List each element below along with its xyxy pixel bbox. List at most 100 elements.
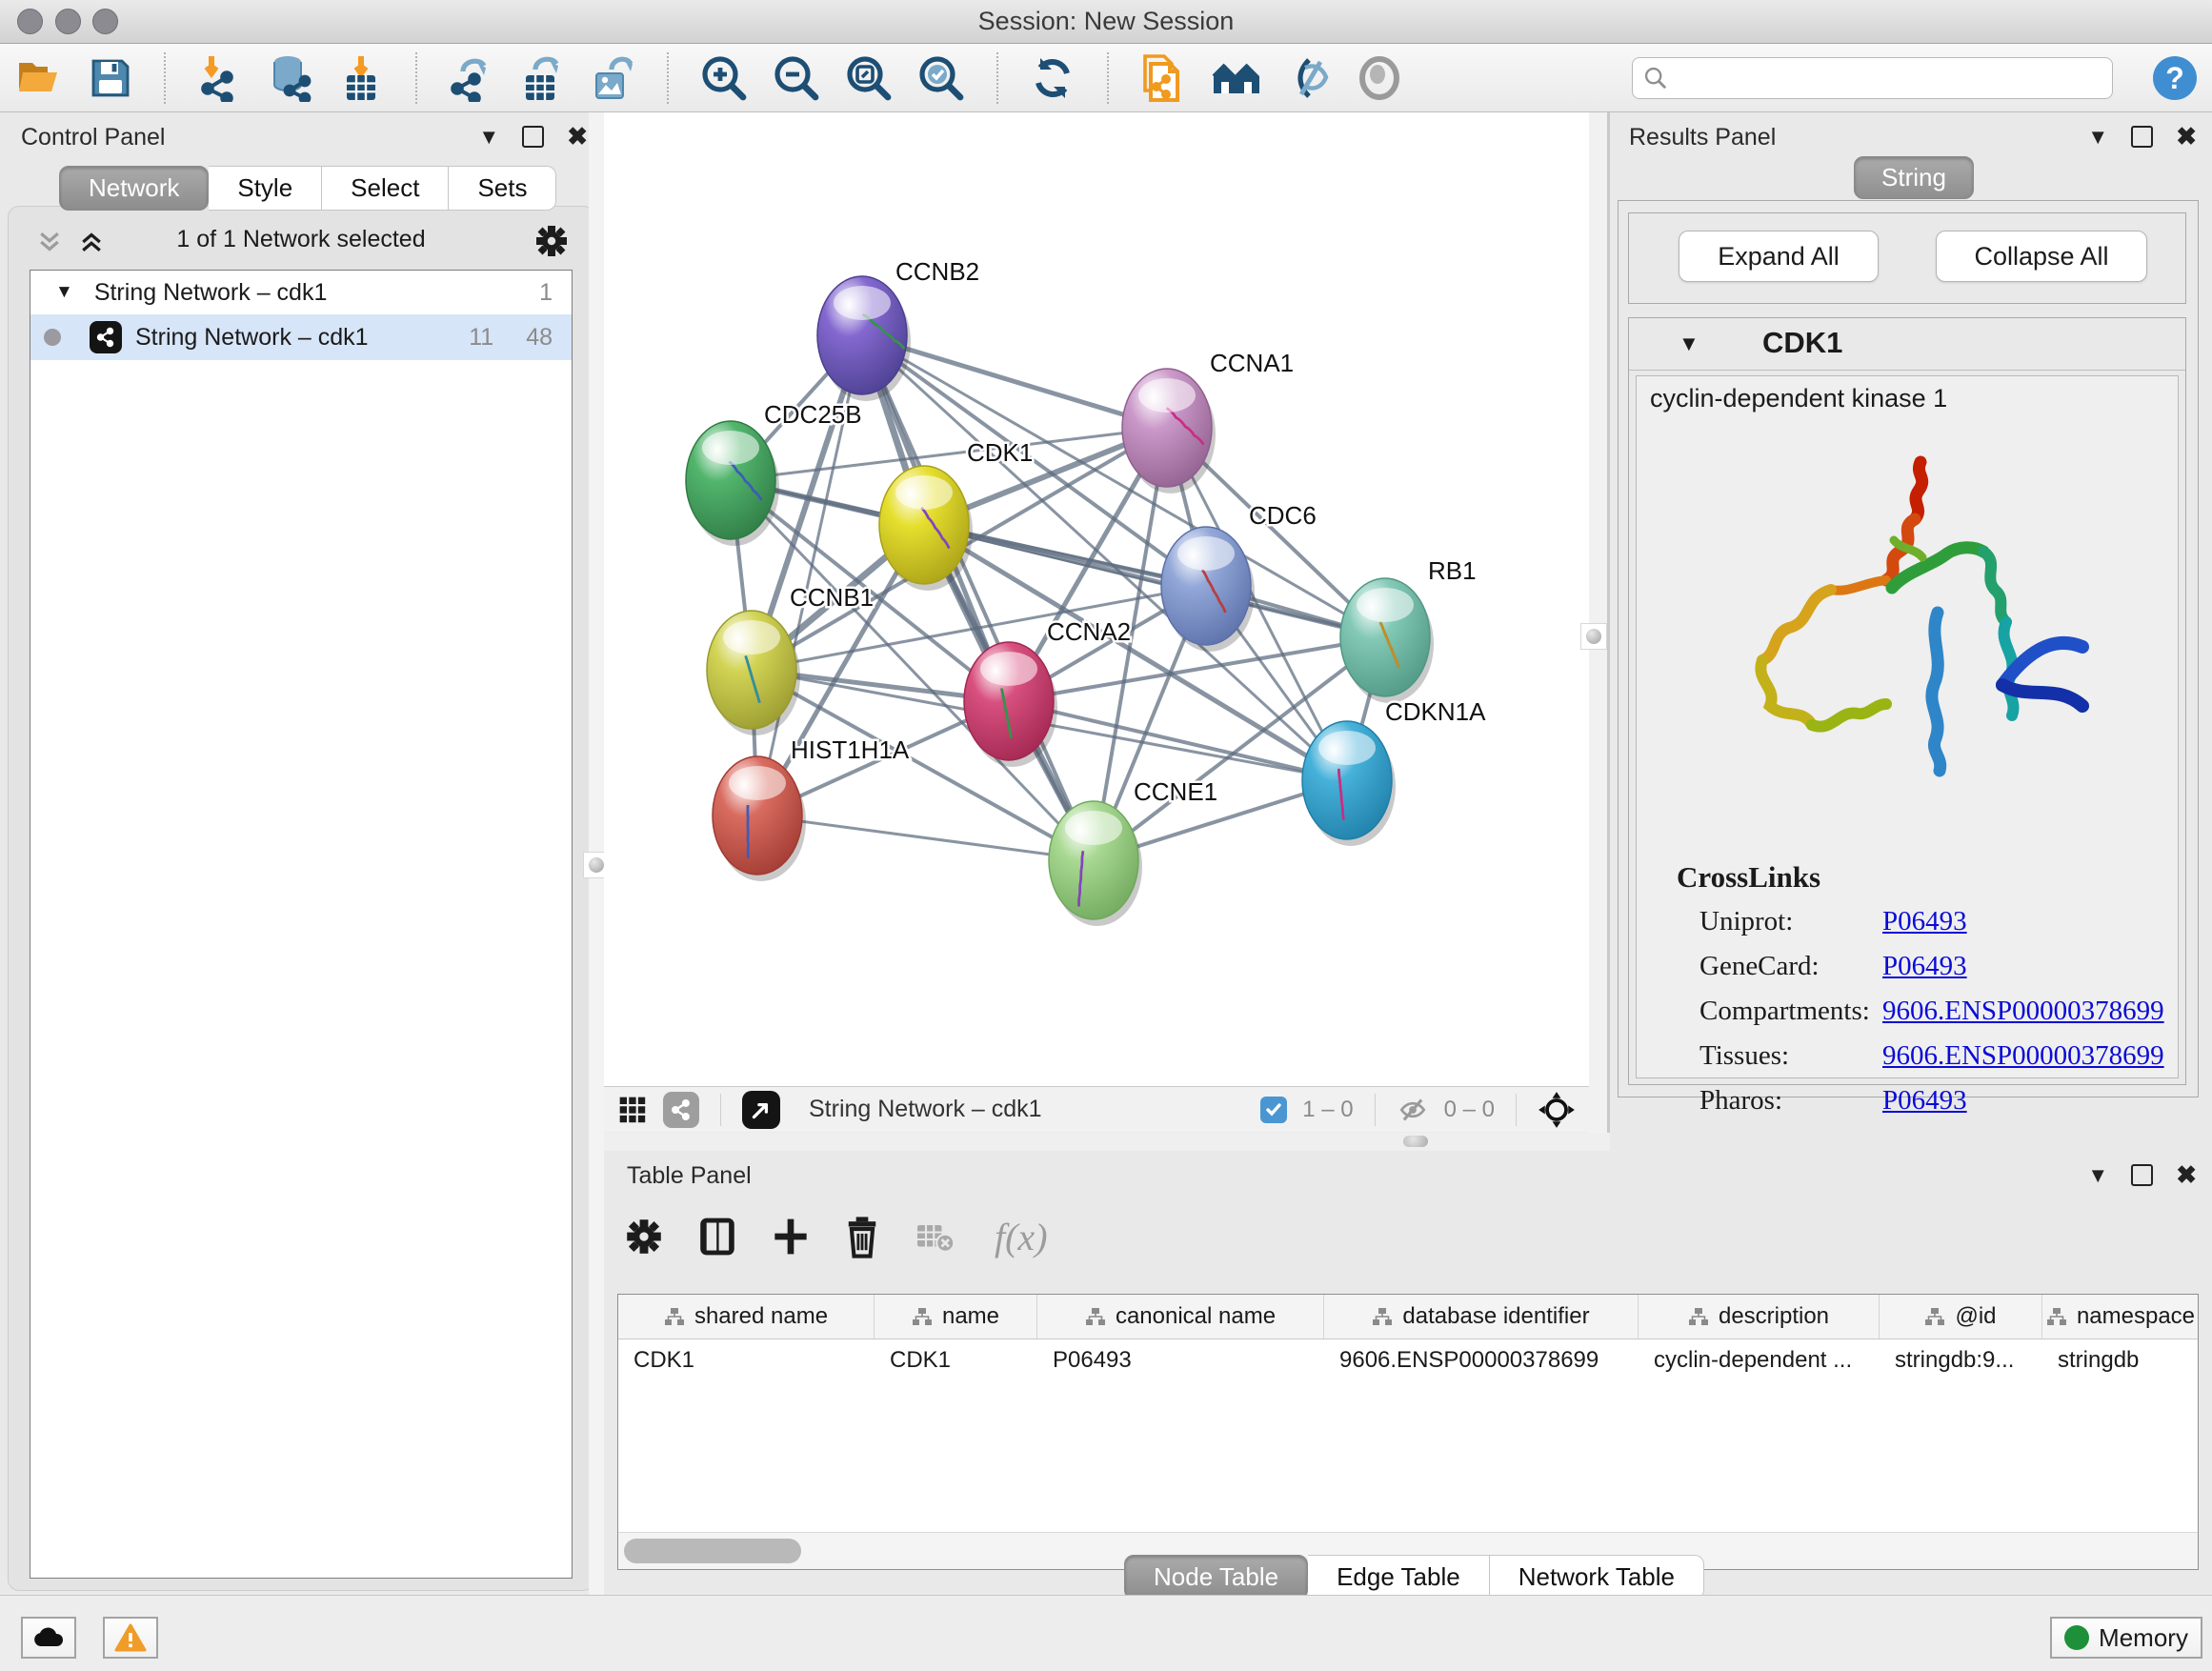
panel-float-icon[interactable]	[522, 126, 544, 148]
panel-menu-icon[interactable]: ▼	[2087, 1163, 2108, 1188]
cloud-status-button[interactable]	[21, 1617, 76, 1659]
tab-string[interactable]: String	[1854, 156, 1974, 199]
panel-menu-icon[interactable]: ▼	[478, 125, 499, 150]
column-header-namespace[interactable]: namespace	[2042, 1295, 2199, 1339]
zoom-out-icon[interactable]	[772, 53, 821, 103]
export-table-icon[interactable]	[518, 54, 566, 102]
expand-all-button[interactable]: Expand All	[1679, 231, 1879, 282]
tree-collapse-icon[interactable]: ▼	[55, 282, 73, 303]
hierarchy-icon	[1372, 1307, 1393, 1326]
scrollbar-thumb[interactable]	[624, 1539, 801, 1563]
tab-select[interactable]: Select	[322, 166, 449, 211]
open-session-icon[interactable]	[15, 55, 65, 101]
tab-network-table[interactable]: Network Table	[1490, 1555, 1704, 1600]
table-cell[interactable]: stringdb	[2042, 1347, 2199, 1374]
panel-float-icon[interactable]	[2131, 1164, 2153, 1186]
protein-thumbnail-squiggle	[748, 805, 749, 858]
tab-edge-table[interactable]: Edge Table	[1308, 1555, 1490, 1600]
right-splitter-handle[interactable]	[1580, 623, 1607, 650]
network-view-canvas[interactable]: CCNB2CCNA1CDC25BCDK1CDC6RB1CCNB1CCNA2CDK…	[604, 112, 1589, 1086]
network-node-CCNE1[interactable]: CCNE1	[1049, 777, 1217, 926]
table-cell[interactable]: cyclin-dependent ...	[1639, 1347, 1880, 1374]
left-splitter[interactable]	[589, 112, 604, 1595]
zoom-selected-icon[interactable]	[916, 53, 966, 103]
export-network-icon[interactable]	[448, 54, 495, 102]
network-node-HIST1H1A[interactable]: HIST1H1A	[713, 735, 910, 881]
crosslink-link[interactable]: P06493	[1882, 906, 1967, 937]
birds-eye-view-icon[interactable]	[742, 1091, 780, 1129]
zoom-fit-icon[interactable]	[844, 53, 894, 103]
network-collection-row[interactable]: ▼ String Network – cdk1 1	[30, 271, 572, 314]
crosslink-link[interactable]: 9606.ENSP00000378699	[1882, 996, 2164, 1027]
panel-close-icon[interactable]: ✖	[567, 122, 588, 151]
network-style-share-icon[interactable]	[663, 1092, 699, 1128]
gene-card-header[interactable]: ▼ CDK1	[1629, 318, 2185, 371]
column-header-@id[interactable]: @id	[1880, 1295, 2042, 1339]
table-panel-splitter-handle[interactable]	[1403, 1136, 1428, 1147]
table-options-gear-icon[interactable]	[625, 1218, 663, 1256]
panel-float-icon[interactable]	[2131, 126, 2153, 148]
fit-selected-crosshair-icon[interactable]	[1538, 1091, 1576, 1129]
delete-column-trash-icon[interactable]	[844, 1215, 880, 1258]
show-columns-icon[interactable]	[697, 1215, 737, 1258]
add-column-icon[interactable]	[772, 1216, 810, 1258]
network-node-CDC6[interactable]: CDC6	[1161, 501, 1317, 652]
panel-close-icon[interactable]: ✖	[2176, 122, 2197, 151]
hide-panels-icon[interactable]	[1286, 54, 1334, 102]
save-session-icon[interactable]	[88, 55, 133, 101]
tab-sets[interactable]: Sets	[449, 166, 556, 211]
table-cell[interactable]: P06493	[1037, 1347, 1324, 1374]
network-edge-CCNB2-CCNE1[interactable]	[862, 335, 1094, 860]
table-cell[interactable]: stringdb:9...	[1880, 1347, 2042, 1374]
network-node-CCNA1[interactable]: CCNA1	[1122, 349, 1294, 493]
import-network-icon[interactable]	[196, 54, 244, 102]
network-node-RB1[interactable]: RB1	[1340, 556, 1477, 703]
column-header-name[interactable]: name	[875, 1295, 1037, 1339]
tab-node-table[interactable]: Node Table	[1124, 1555, 1308, 1600]
memory-button[interactable]: Memory	[2050, 1617, 2202, 1659]
panel-close-icon[interactable]: ✖	[2176, 1160, 2197, 1190]
node-label: CCNB2	[895, 257, 979, 286]
search-input[interactable]	[1677, 64, 2102, 92]
application-window: Session: New Session	[0, 0, 2212, 1671]
table-row[interactable]: CDK1CDK1P064939606.ENSP00000378699cyclin…	[618, 1339, 2198, 1382]
selected-nodes-checkbox[interactable]	[1260, 1097, 1287, 1123]
gene-collapse-icon[interactable]: ▼	[1679, 332, 1699, 356]
network-edge-CCNA2-CDKN1A[interactable]	[1009, 701, 1347, 780]
panel-menu-icon[interactable]: ▼	[2087, 125, 2108, 150]
network-node-CCNA2[interactable]: CCNA2	[964, 617, 1131, 767]
column-header-shared-name[interactable]: shared name	[618, 1295, 875, 1339]
refresh-icon[interactable]	[1029, 54, 1076, 102]
right-splitter[interactable]	[1589, 112, 1610, 1151]
crosslink-link[interactable]: P06493	[1882, 951, 1967, 982]
crosslink-link[interactable]: P06493	[1882, 1085, 1967, 1117]
export-image-icon[interactable]	[589, 54, 636, 102]
tab-network[interactable]: Network	[59, 166, 209, 211]
import-table-icon[interactable]	[337, 54, 385, 102]
column-header-description[interactable]: description	[1639, 1295, 1880, 1339]
tab-style[interactable]: Style	[209, 166, 322, 211]
network-row[interactable]: String Network – cdk1 11 48	[30, 314, 572, 360]
network-node-CDKN1A[interactable]: CDKN1A	[1302, 697, 1486, 846]
help-icon[interactable]: ?	[2153, 56, 2197, 100]
warning-status-button[interactable]	[103, 1617, 158, 1659]
collapse-all-button[interactable]: Collapse All	[1936, 231, 2147, 282]
show-panels-icon	[1357, 55, 1402, 101]
crosslink-link[interactable]: 9606.ENSP00000378699	[1882, 1040, 2164, 1072]
table-cell[interactable]: CDK1	[618, 1347, 875, 1374]
show-grid-icon[interactable]	[617, 1095, 648, 1125]
network-node-CCNB2[interactable]: CCNB2	[817, 257, 979, 401]
table-cell[interactable]: 9606.ENSP00000378699	[1324, 1347, 1639, 1374]
column-header-canonical-name[interactable]: canonical name	[1037, 1295, 1324, 1339]
snapshot-icon[interactable]	[1139, 52, 1187, 104]
network-edge-CDK1-RB1[interactable]	[924, 525, 1385, 637]
import-database-icon[interactable]	[267, 54, 314, 102]
table-cell[interactable]: CDK1	[875, 1347, 1037, 1374]
bundled-apps-icon[interactable]	[1210, 55, 1263, 101]
network-edge-HIST1H1A-CCNE1[interactable]	[757, 815, 1094, 860]
title-bar: Session: New Session	[0, 0, 2212, 44]
search-field[interactable]	[1632, 57, 2113, 99]
network-options-gear-icon[interactable]	[534, 224, 569, 258]
zoom-in-icon[interactable]	[699, 53, 749, 103]
column-header-database-identifier[interactable]: database identifier	[1324, 1295, 1639, 1339]
